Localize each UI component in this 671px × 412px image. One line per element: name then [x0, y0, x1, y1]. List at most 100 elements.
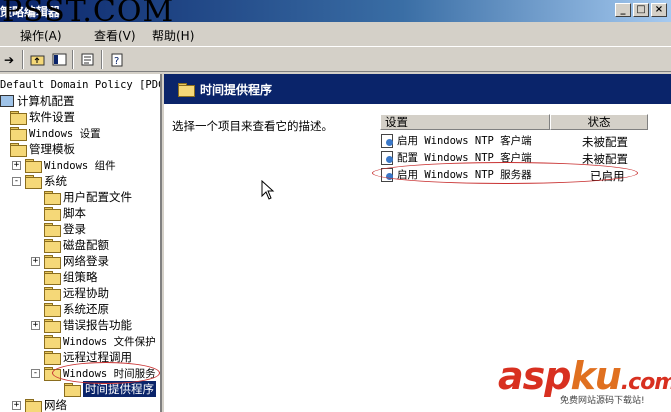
- tree-item-label: 脚本: [63, 206, 86, 220]
- toolbar-separator: [72, 50, 74, 69]
- tree-item[interactable]: 登录: [44, 221, 86, 237]
- tree-item-label: 组策略: [63, 270, 98, 284]
- folder-icon: [10, 111, 27, 125]
- tree-item-label: 远程协助: [63, 286, 109, 300]
- folder-open-icon: [44, 367, 61, 381]
- expand-icon[interactable]: +: [12, 160, 21, 170]
- show-hide-tree-icon[interactable]: [50, 51, 68, 68]
- folder-icon: [44, 271, 61, 285]
- minimize-button[interactable]: _: [615, 3, 631, 17]
- list-item[interactable]: 启用 Windows NTP 客户端: [380, 132, 532, 148]
- setting-state: 已启用: [590, 169, 625, 183]
- policy-setting-icon: [380, 150, 394, 165]
- column-header-state[interactable]: 状态: [550, 114, 648, 130]
- tree-item-label: Windows 时间服务: [63, 367, 156, 380]
- watermark-logo: aspku.com: [498, 354, 671, 398]
- policy-setting-icon: [380, 167, 394, 182]
- tree-pane[interactable]: Default Domain Policy [PDC00 计算机配置 软件设置 …: [0, 74, 162, 412]
- tree-item-windows-components[interactable]: + Windows 组件: [12, 157, 116, 173]
- menu-action[interactable]: 操作(A): [20, 27, 62, 44]
- tree-item[interactable]: 脚本: [44, 205, 86, 221]
- tree-item-software-settings[interactable]: 软件设置: [10, 109, 75, 125]
- tree-item[interactable]: 远程过程调用: [44, 349, 132, 365]
- watermark-brand-a: asp: [498, 354, 571, 398]
- setting-name: 启用 Windows NTP 客户端: [397, 134, 532, 147]
- tree-item-label: 网络登录: [63, 254, 109, 268]
- tree-item-label: 登录: [63, 222, 86, 236]
- column-header-setting[interactable]: 设置: [380, 114, 550, 130]
- tree-item-label: 计算机配置: [17, 94, 75, 108]
- collapse-icon[interactable]: -: [31, 368, 40, 378]
- tree-item-time-providers[interactable]: 时间提供程序: [64, 381, 156, 397]
- expand-icon[interactable]: +: [12, 400, 21, 410]
- expand-icon[interactable]: +: [31, 320, 40, 330]
- folder-icon: [25, 399, 42, 412]
- folder-icon: [44, 335, 61, 349]
- up-folder-icon[interactable]: [28, 51, 46, 68]
- details-title: 时间提供程序: [200, 83, 273, 97]
- tree-item-label: 管理模板: [29, 142, 75, 156]
- mouse-cursor-icon: [261, 180, 275, 200]
- toolbar-separator: [101, 50, 103, 69]
- toolbar-separator: [22, 50, 24, 69]
- tree-item-label: 用户配置文件: [63, 190, 132, 204]
- tree-item-windows-settings[interactable]: Windows 设置: [10, 125, 101, 141]
- tree-item[interactable]: 系统还原: [44, 301, 109, 317]
- maximize-button[interactable]: □: [633, 3, 649, 17]
- menu-bar: 操作(A) 查看(V) 帮助(H): [0, 22, 671, 46]
- tree-item[interactable]: + 错误报告功能: [31, 317, 132, 333]
- description-text: 选择一个项目来查看它的描述。: [172, 119, 333, 133]
- tree-item[interactable]: Windows 文件保护: [44, 333, 156, 349]
- tree-item[interactable]: 远程协助: [44, 285, 109, 301]
- tree-item-label: 网络: [44, 398, 67, 412]
- list-item[interactable]: 启用 Windows NTP 服务器: [380, 166, 532, 182]
- folder-icon: [44, 287, 61, 301]
- tree-item[interactable]: 组策略: [44, 269, 98, 285]
- watermark-brand-c: .com: [620, 370, 671, 395]
- tree-root-label: Default Domain Policy [PDC00: [0, 79, 162, 91]
- menu-help[interactable]: 帮助(H): [152, 27, 194, 44]
- folder-icon: [44, 319, 61, 333]
- tree-item-admin-templates[interactable]: 管理模板: [10, 141, 75, 157]
- tree-item-system[interactable]: - 系统: [12, 173, 67, 189]
- folder-icon: [44, 207, 61, 221]
- folder-open-icon: [64, 383, 81, 397]
- computer-icon: [0, 95, 14, 107]
- setting-name: 配置 Windows NTP 客户端: [397, 151, 532, 164]
- export-list-icon[interactable]: [79, 51, 97, 68]
- tree-item-computer-config[interactable]: 计算机配置: [0, 93, 75, 109]
- close-button[interactable]: ×: [651, 3, 667, 17]
- list-item[interactable]: 配置 Windows NTP 客户端: [380, 149, 532, 165]
- tree-item-label-selected: 时间提供程序: [83, 381, 156, 397]
- setting-name: 启用 Windows NTP 服务器: [397, 168, 532, 181]
- window-controls: _ □ ×: [615, 3, 667, 17]
- details-header: 时间提供程序: [164, 74, 671, 104]
- expand-icon[interactable]: +: [31, 256, 40, 266]
- folder-icon: [44, 303, 61, 317]
- tree-item-label: Windows 设置: [29, 127, 101, 140]
- tree-item[interactable]: + 网络登录: [31, 253, 109, 269]
- collapse-icon[interactable]: -: [12, 176, 21, 186]
- folder-open-icon: [25, 175, 42, 189]
- tree-item-windows-time-service[interactable]: - Windows 时间服务: [31, 365, 156, 381]
- forward-arrow-icon[interactable]: ➔: [0, 51, 18, 68]
- watermark-subtitle: 免费网站源码下载站!: [560, 396, 645, 406]
- tree-item-network[interactable]: + 网络: [12, 397, 67, 412]
- folder-icon: [10, 127, 27, 141]
- menu-view[interactable]: 查看(V): [94, 27, 136, 44]
- tree-item-label: 磁盘配额: [63, 238, 109, 252]
- help-icon[interactable]: ?: [108, 51, 126, 68]
- toolbar: ➔ ?: [0, 46, 671, 72]
- folder-icon: [25, 159, 42, 173]
- folder-icon: [44, 191, 61, 205]
- folder-icon: [44, 239, 61, 253]
- svg-text:?: ?: [114, 56, 119, 67]
- tree-root[interactable]: Default Domain Policy [PDC00: [0, 77, 162, 93]
- watermark-brand-b: ku: [570, 354, 621, 398]
- tree-item-label: 错误报告功能: [63, 318, 132, 332]
- tree-item-label: 远程过程调用: [63, 350, 132, 364]
- folder-icon: [44, 255, 61, 269]
- tree-item[interactable]: 用户配置文件: [44, 189, 132, 205]
- tree-item[interactable]: 磁盘配额: [44, 237, 109, 253]
- tree-item-label: 系统还原: [63, 302, 109, 316]
